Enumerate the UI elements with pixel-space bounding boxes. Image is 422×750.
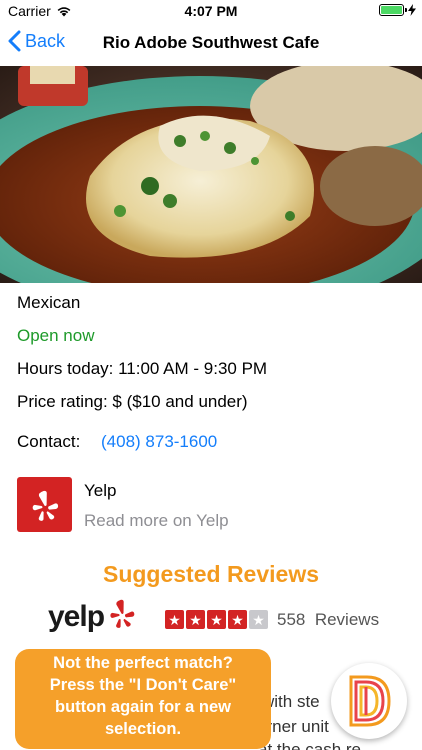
yelp-wordmark-text: yelp bbox=[48, 600, 105, 633]
i-dont-care-button[interactable] bbox=[331, 663, 407, 739]
star-empty-icon: ★ bbox=[249, 610, 268, 629]
page-title: Rio Adobe Southwest Cafe bbox=[102, 33, 320, 52]
star-filled-icon: ★ bbox=[165, 610, 184, 629]
star-filled-icon: ★ bbox=[186, 610, 205, 629]
yelp-title[interactable]: Yelp bbox=[84, 481, 116, 501]
cuisine-label: Mexican bbox=[17, 293, 81, 312]
not-perfect-match-banner[interactable]: Not the perfect match? Press the "I Don'… bbox=[15, 649, 271, 749]
app-logo-d-icon bbox=[349, 675, 391, 727]
banner-line: Press the "I Don't Care" bbox=[49, 676, 237, 694]
yelp-logo-icon[interactable] bbox=[17, 477, 72, 532]
price-rating: Price rating: $ ($10 and under) bbox=[17, 392, 248, 411]
hours-today: Hours today: 11:00 AM - 9:30 PM bbox=[17, 359, 268, 378]
phone-link[interactable]: (408) 873-1600 bbox=[101, 432, 217, 452]
status-right bbox=[379, 4, 416, 16]
yelp-wordmark-logo: yelp bbox=[48, 599, 138, 634]
suggested-reviews-heading: Suggested Reviews bbox=[102, 561, 320, 587]
open-status: Open now bbox=[17, 326, 95, 345]
reviews-count: 558 Reviews bbox=[277, 610, 379, 630]
contact-label: Contact: bbox=[17, 432, 81, 451]
banner-line: Not the perfect match? bbox=[53, 654, 233, 672]
star-filled-icon: ★ bbox=[228, 610, 247, 629]
restaurant-photo bbox=[0, 66, 422, 283]
read-more-on-yelp-link[interactable]: Read more on Yelp bbox=[84, 511, 229, 531]
star-filled-icon: ★ bbox=[207, 610, 226, 629]
status-time: 4:07 PM bbox=[184, 3, 238, 19]
battery-icon bbox=[379, 4, 407, 16]
navigation-bar: Back Rio Adobe Southwest Cafe bbox=[0, 22, 422, 66]
charging-bolt-icon bbox=[408, 4, 416, 16]
banner-line: selection. bbox=[104, 720, 182, 738]
status-bar: Carrier 4:07 PM bbox=[0, 0, 422, 22]
banner-line: button again for a new bbox=[55, 698, 231, 716]
reviews-count-label: Reviews bbox=[314, 610, 380, 629]
review-snippet-line-3: at the cash re bbox=[258, 740, 362, 750]
yelp-burst-icon bbox=[110, 599, 135, 628]
reviews-count-number: 558 bbox=[277, 610, 306, 629]
star-rating: ★ ★ ★ ★ ★ bbox=[165, 610, 268, 629]
